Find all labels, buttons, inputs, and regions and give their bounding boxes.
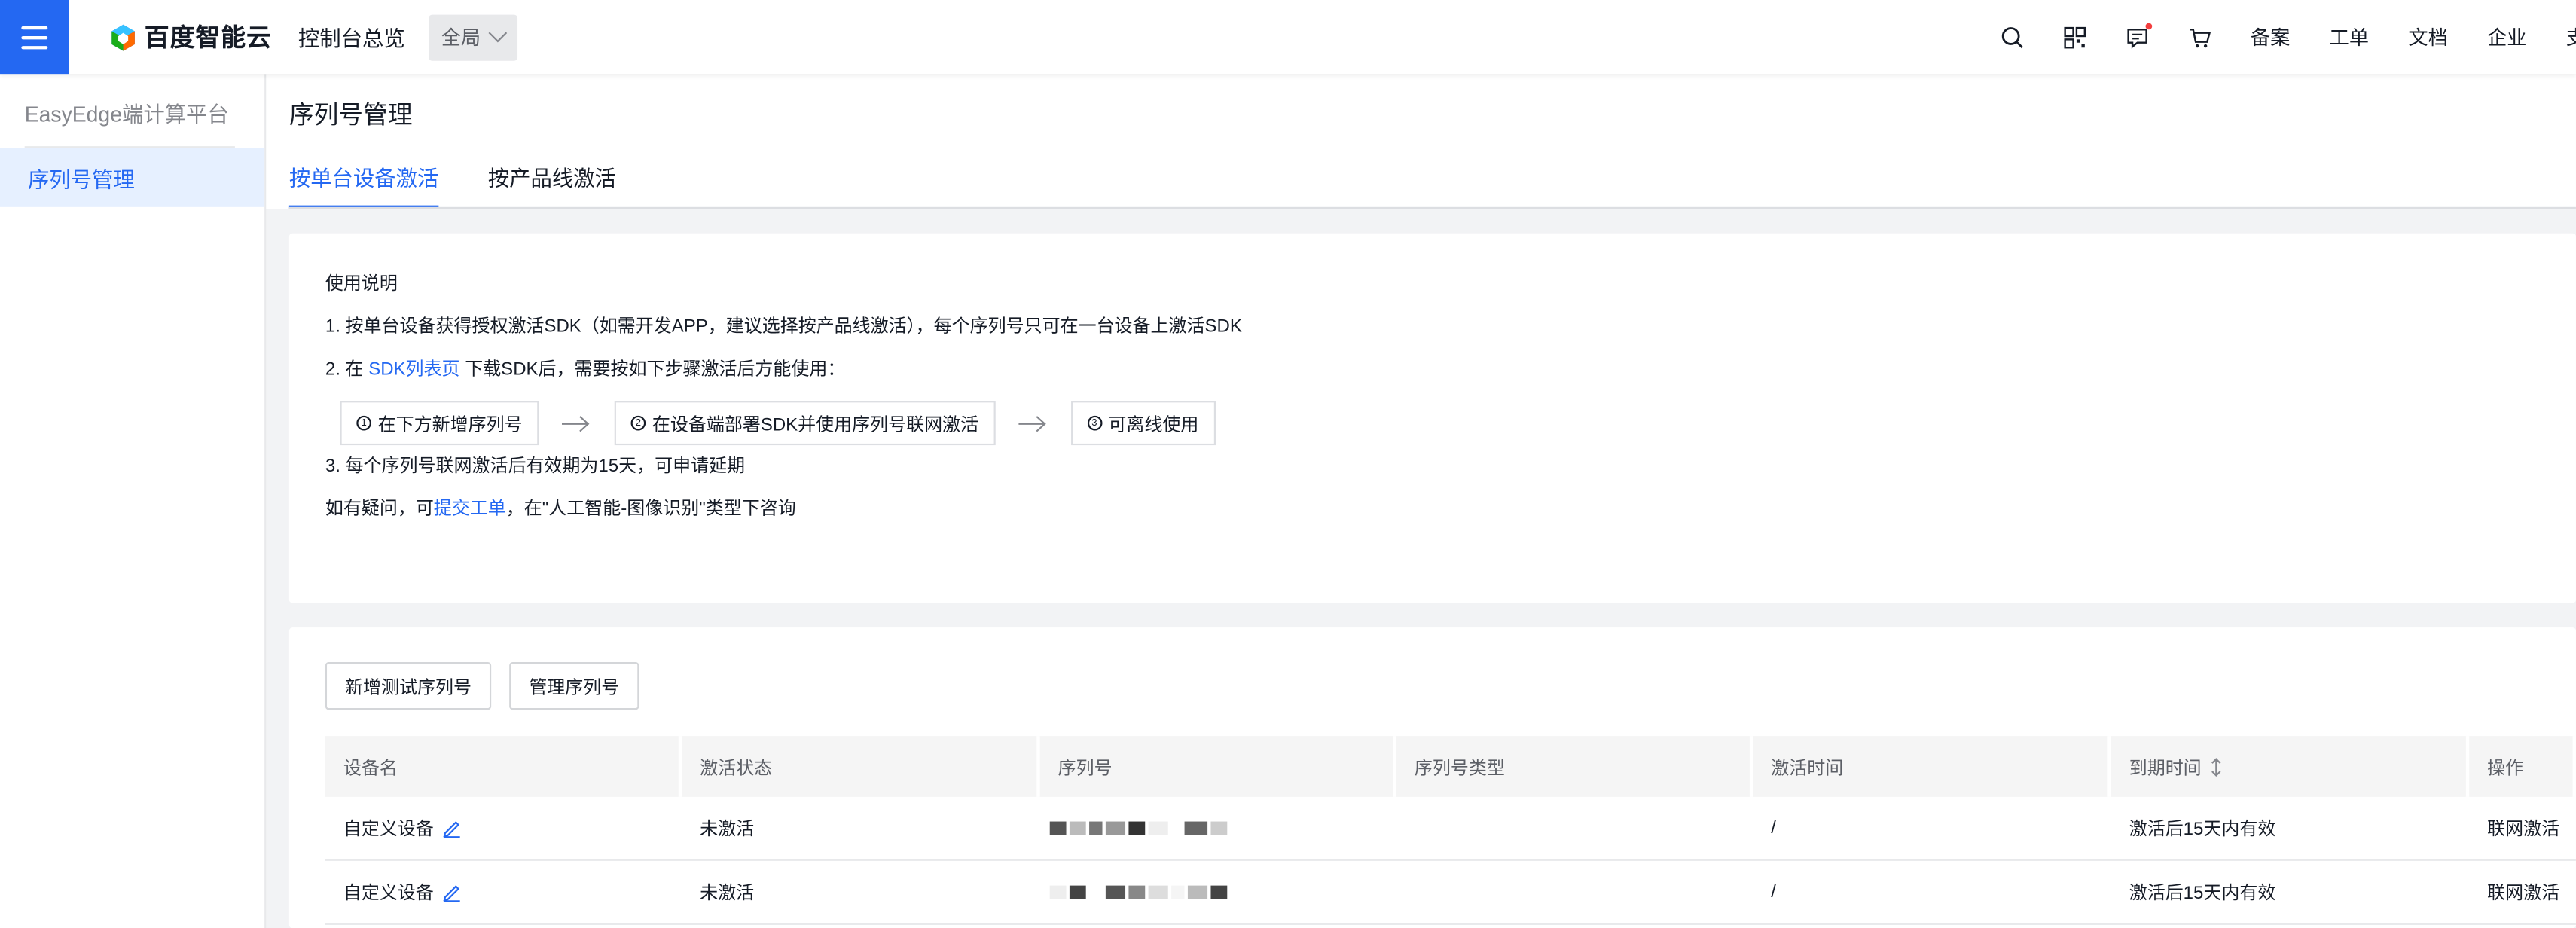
activation-status: 未激活 xyxy=(700,884,755,904)
col-actions: 操作 xyxy=(2469,736,2576,797)
apps-button[interactable] xyxy=(2043,0,2106,74)
serial-type xyxy=(1396,797,1753,859)
sdk-list-link[interactable]: SDK列表页 xyxy=(368,360,459,380)
page-title: 序列号管理 xyxy=(288,102,413,130)
edit-icon[interactable] xyxy=(442,882,462,902)
serial-table: 设备名 激活状态 序列号 序列号类型 激活时间 到期时间 操作 自定义设备 未激… xyxy=(325,736,2576,925)
search-icon xyxy=(2001,26,2023,48)
region-value: 全局 xyxy=(441,26,481,50)
expiry-time: 激活后15天内有效 xyxy=(2129,820,2276,840)
step-number-icon: 3 xyxy=(1087,415,1102,431)
device-name: 自定义设备 xyxy=(343,884,434,904)
menu-button[interactable] xyxy=(0,0,69,75)
baidu-cloud-logo-icon xyxy=(111,23,135,50)
col-expiry-label: 到期时间 xyxy=(2129,758,2202,778)
step-2: 2 在设备端部署SDK并使用序列号联网激活 xyxy=(614,401,995,446)
sidebar: EasyEdge端计算平台 序列号管理 xyxy=(0,74,267,928)
nav-link-filing[interactable]: 备案 xyxy=(2251,23,2290,51)
nav-link-support[interactable]: 支 xyxy=(2566,23,2576,51)
redacted-serial xyxy=(1049,885,1228,899)
messages-button[interactable] xyxy=(2106,0,2169,74)
nav-link-enterprise[interactable]: 企业 xyxy=(2487,23,2526,51)
table-header: 设备名 激活状态 序列号 序列号类型 激活时间 到期时间 操作 xyxy=(325,736,2576,797)
step-1: 1 在下方新增序列号 xyxy=(340,401,539,446)
notification-dot xyxy=(2145,23,2153,30)
online-activate-link[interactable]: 联网激活 xyxy=(2469,797,2576,859)
usage-guide-card: 使用说明 1. 按单台设备获得授权激活SDK（如需开发APP，建议选择按产品线激… xyxy=(288,233,2576,603)
tab-single-device[interactable]: 按单台设备激活 xyxy=(288,161,439,209)
step-2-label: 在设备端部署SDK并使用序列号联网激活 xyxy=(652,414,979,435)
top-navbar: 百度智能云 控制台总览 全局 备案 工单 文档 企业 支 xyxy=(0,0,2576,75)
serial-type xyxy=(1396,861,1753,923)
tab-product-line[interactable]: 按产品线激活 xyxy=(488,161,616,207)
col-activation-time: 激活时间 xyxy=(1753,736,2111,797)
col-serial-number: 序列号 xyxy=(1040,736,1396,797)
brand-name: 百度智能云 xyxy=(144,24,273,53)
sidebar-title[interactable]: EasyEdge端计算平台 xyxy=(0,74,264,146)
search-button[interactable] xyxy=(1981,0,2043,74)
guide-line-4-prefix: 如有疑问，可 xyxy=(325,499,434,520)
sort-icon[interactable] xyxy=(2210,756,2223,776)
tab-divider xyxy=(288,206,2576,209)
step-1-label: 在下方新增序列号 xyxy=(377,414,523,435)
top-right-tools: 备案 工单 文档 企业 支 xyxy=(1981,0,2576,74)
nav-link-ticket[interactable]: 工单 xyxy=(2330,23,2369,51)
step-number-icon: 1 xyxy=(356,415,371,431)
console-overview-link[interactable]: 控制台总览 xyxy=(298,21,405,52)
serial-number-masked xyxy=(1040,861,1396,923)
redacted-serial xyxy=(1049,821,1228,835)
submit-ticket-link[interactable]: 提交工单 xyxy=(434,499,506,519)
step-number-icon: 2 xyxy=(630,415,646,431)
guide-heading: 使用说明 xyxy=(325,274,398,295)
col-serial-type: 序列号类型 xyxy=(1396,736,1753,797)
activation-status: 未激活 xyxy=(700,820,755,840)
main-content: 序列号管理 按单台设备激活 按产品线激活 使用说明 1. 按单台设备获得授权激活… xyxy=(266,74,2576,928)
apps-grid-icon xyxy=(2064,26,2086,48)
brand-logo[interactable]: 百度智能云 xyxy=(108,20,272,54)
guide-line-1: 1. 按单台设备获得授权激活SDK（如需开发APP，建议选择按产品线激活），每个… xyxy=(325,316,1242,337)
tab-bar: 按单台设备激活 按产品线激活 xyxy=(288,161,666,209)
cart-button[interactable] xyxy=(2169,0,2231,74)
sidebar-item-serial-management[interactable]: 序列号管理 xyxy=(0,148,265,207)
table-row: 自定义设备 未激活 / 激活后15天内有效 联网激活 xyxy=(325,797,2576,861)
guide-line-2-prefix: 2. 在 xyxy=(325,359,369,380)
table-row: 自定义设备 未激活 / 激活后15天内有效 联网激活 xyxy=(325,861,2576,925)
step-3: 3 可离线使用 xyxy=(1070,401,1216,446)
guide-line-3: 3. 每个序列号联网激活后有效期为15天，可申请延期 xyxy=(325,456,746,477)
add-test-serial-button[interactable]: 新增测试序列号 xyxy=(325,661,492,710)
chevron-down-icon xyxy=(487,23,507,42)
col-device-name: 设备名 xyxy=(325,736,682,797)
guide-line-4-suffix: ，在"人工智能-图像识别"类型下咨询 xyxy=(505,499,796,520)
cart-icon xyxy=(2190,27,2211,47)
col-activation-status: 激活状态 xyxy=(682,736,1040,797)
device-name-cell: 自定义设备 xyxy=(325,797,682,859)
serial-number-masked xyxy=(1040,797,1396,859)
nav-link-docs[interactable]: 文档 xyxy=(2408,23,2447,51)
expiry-time: 激活后15天内有效 xyxy=(2129,884,2276,904)
region-select[interactable]: 全局 xyxy=(428,14,517,60)
activation-steps: 1 在下方新增序列号 2 在设备端部署SDK并使用序列号联网激活 3 可离线使用 xyxy=(340,401,1241,446)
device-name: 自定义设备 xyxy=(343,820,434,840)
manage-serial-button[interactable]: 管理序列号 xyxy=(509,661,639,710)
edit-icon[interactable] xyxy=(442,818,462,838)
activation-time: / xyxy=(1771,882,1776,902)
activation-time: / xyxy=(1771,818,1776,838)
arrow-right-icon xyxy=(995,415,1070,432)
guide-line-4: 如有疑问，可提交工单，在"人工智能-图像识别"类型下咨询 xyxy=(325,498,1242,541)
hamburger-icon xyxy=(21,25,48,49)
message-icon xyxy=(2127,27,2147,48)
step-3-label: 可离线使用 xyxy=(1108,414,1199,435)
online-activate-link[interactable]: 联网激活 xyxy=(2469,861,2576,923)
serial-table-card: 新增测试序列号 管理序列号 设备名 激活状态 序列号 序列号类型 激活时间 到期… xyxy=(288,627,2576,928)
guide-line-2-suffix: 下载SDK后，需要按如下步骤激活后方能使用： xyxy=(459,359,846,380)
device-name-cell: 自定义设备 xyxy=(325,861,682,923)
page-header: 序列号管理 按单台设备激活 按产品线激活 xyxy=(266,74,2576,209)
arrow-right-icon xyxy=(539,415,614,432)
col-expiry-time[interactable]: 到期时间 xyxy=(2111,736,2470,797)
guide-line-2: 2. 在 SDK列表页 下载SDK后，需要按如下步骤激活后方能使用： xyxy=(325,358,1242,401)
